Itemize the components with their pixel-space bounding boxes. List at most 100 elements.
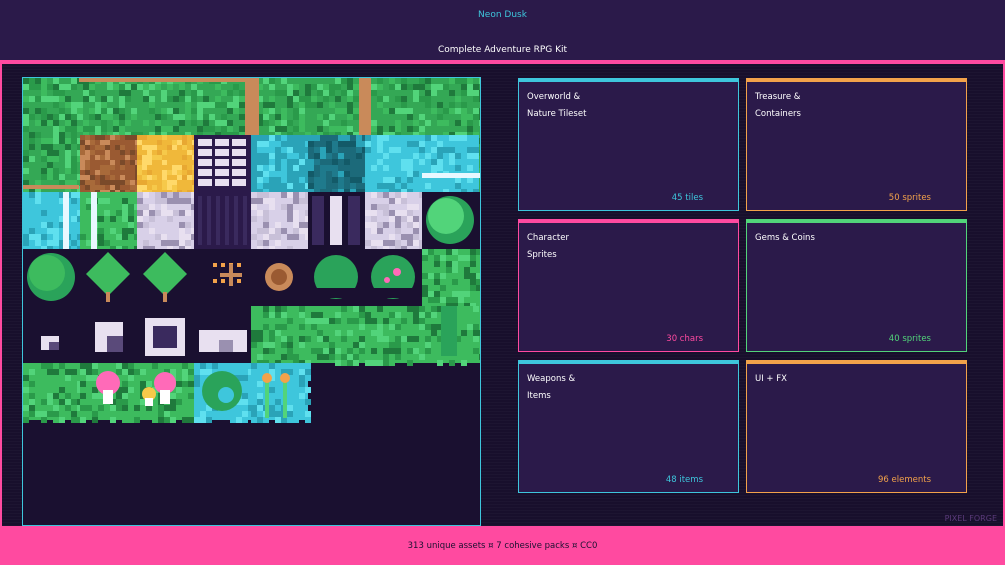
pixel-tile [437, 114, 443, 120]
pixel-tile [401, 183, 407, 189]
pack-card-ui-fx[interactable]: UI + FX 96 elements [746, 360, 967, 493]
pixel-tile [86, 369, 92, 375]
pixel-tile [389, 312, 395, 318]
pack-card-overworld[interactable]: Overworld & Nature Tileset 45 tiles [518, 78, 739, 211]
pixel-tile [389, 198, 395, 204]
pixel-tile [155, 234, 161, 240]
pixel-tile [177, 175, 182, 180]
pixel-tile [225, 196, 229, 245]
pixel-tile [470, 261, 476, 267]
pixel-tile [257, 381, 263, 387]
pixel-tile [104, 411, 110, 417]
pixel-tile [116, 393, 122, 399]
pixel-tile [251, 330, 257, 336]
pack-card-title: Treasure & Containers [755, 92, 801, 119]
pixel-tile [203, 126, 209, 132]
pixel-tile [275, 159, 281, 165]
pixel-tile [263, 165, 269, 171]
pixel-tile [353, 96, 359, 102]
pack-card-gems[interactable]: Gems & Coins 40 sprites [746, 219, 967, 352]
pixel-tile [395, 147, 401, 153]
pixel-tile [344, 159, 350, 165]
pixel-tile [431, 84, 437, 90]
pixel-tile [275, 90, 281, 96]
pixel-tile [215, 169, 229, 176]
pixel-tile [413, 183, 419, 189]
pack-card-weapons[interactable]: Weapons & Items 48 items [518, 360, 739, 493]
pixel-tile [155, 198, 161, 204]
pixel-tile [425, 183, 431, 189]
pixel-tile [425, 336, 431, 342]
pixel-tile [122, 369, 128, 375]
pixel-tile [413, 141, 419, 147]
pixel-tile [137, 140, 142, 145]
pixel-tile [395, 177, 401, 183]
pixel-tile [359, 342, 365, 348]
pixel-tile [23, 78, 29, 84]
pixel-tile [185, 102, 191, 108]
pixel-tile [173, 96, 179, 102]
pixel-tile [401, 198, 407, 204]
pixel-tile [122, 405, 128, 411]
pixel-tile [35, 216, 41, 222]
pixel-tile [275, 126, 281, 132]
pixel-tile [305, 324, 311, 330]
pack-card-treasure[interactable]: Treasure & Containers 50 sprites [746, 78, 967, 211]
pixel-tile [172, 170, 177, 175]
pixel-tile [209, 102, 215, 108]
pack-card-characters[interactable]: Character Sprites 30 chars [518, 219, 739, 352]
pixel-tile [335, 312, 341, 318]
pixel-tile [107, 114, 113, 120]
pixel-tile [449, 159, 455, 165]
pixel-tile [130, 135, 135, 140]
pixel-tile [221, 120, 227, 126]
pixel-tile [239, 102, 245, 108]
pixel-tile [59, 132, 65, 138]
pixel-tile [377, 240, 383, 246]
pixel-tile [407, 177, 413, 183]
pixel-tile [95, 126, 101, 132]
pixel-tile [320, 165, 326, 171]
pixel-tile [53, 78, 59, 84]
pixel-tile [53, 102, 59, 108]
pixel-tile [35, 192, 41, 198]
pixel-tile [347, 318, 353, 324]
pixel-tile [413, 165, 419, 171]
pixel-tile [275, 114, 281, 120]
pixel-tile [473, 324, 479, 330]
pixel-tile [251, 198, 257, 204]
pixel-tile [23, 108, 29, 114]
pixel-tile [347, 330, 353, 336]
pixel-tile [263, 336, 269, 342]
pixel-tile [353, 348, 359, 354]
pixel-tile [449, 183, 455, 189]
pixel-tile [329, 114, 335, 120]
brand-title: Neon Dusk [478, 10, 527, 20]
pixel-tile [41, 108, 47, 114]
pixel-tile [71, 162, 77, 168]
pixel-tile [53, 174, 59, 180]
pixel-tile [275, 330, 281, 336]
pixel-tile [119, 126, 125, 132]
pixel-tile [137, 198, 143, 204]
pixel-tile [371, 360, 377, 366]
pixel-tile [80, 204, 86, 210]
pixel-tile [299, 114, 305, 120]
pixel-tile [452, 261, 458, 267]
pixel-tile [227, 102, 233, 108]
pixel-tile [320, 147, 326, 153]
pixel-tile [317, 90, 323, 96]
pixel-tile [458, 297, 464, 303]
pixel-tile [152, 155, 157, 160]
pack-card-count: 48 items [665, 475, 703, 485]
pixel-tile [227, 108, 233, 114]
pixel-tile [263, 348, 269, 354]
pixel-tile [188, 369, 194, 375]
pixel-tile [269, 165, 275, 171]
pixel-tile [142, 180, 147, 185]
pixel-tile [287, 342, 293, 348]
pixel-tile [257, 228, 263, 234]
pixel-tile [191, 108, 197, 114]
pixel-tile [467, 354, 473, 360]
pixel-tile [383, 135, 389, 141]
